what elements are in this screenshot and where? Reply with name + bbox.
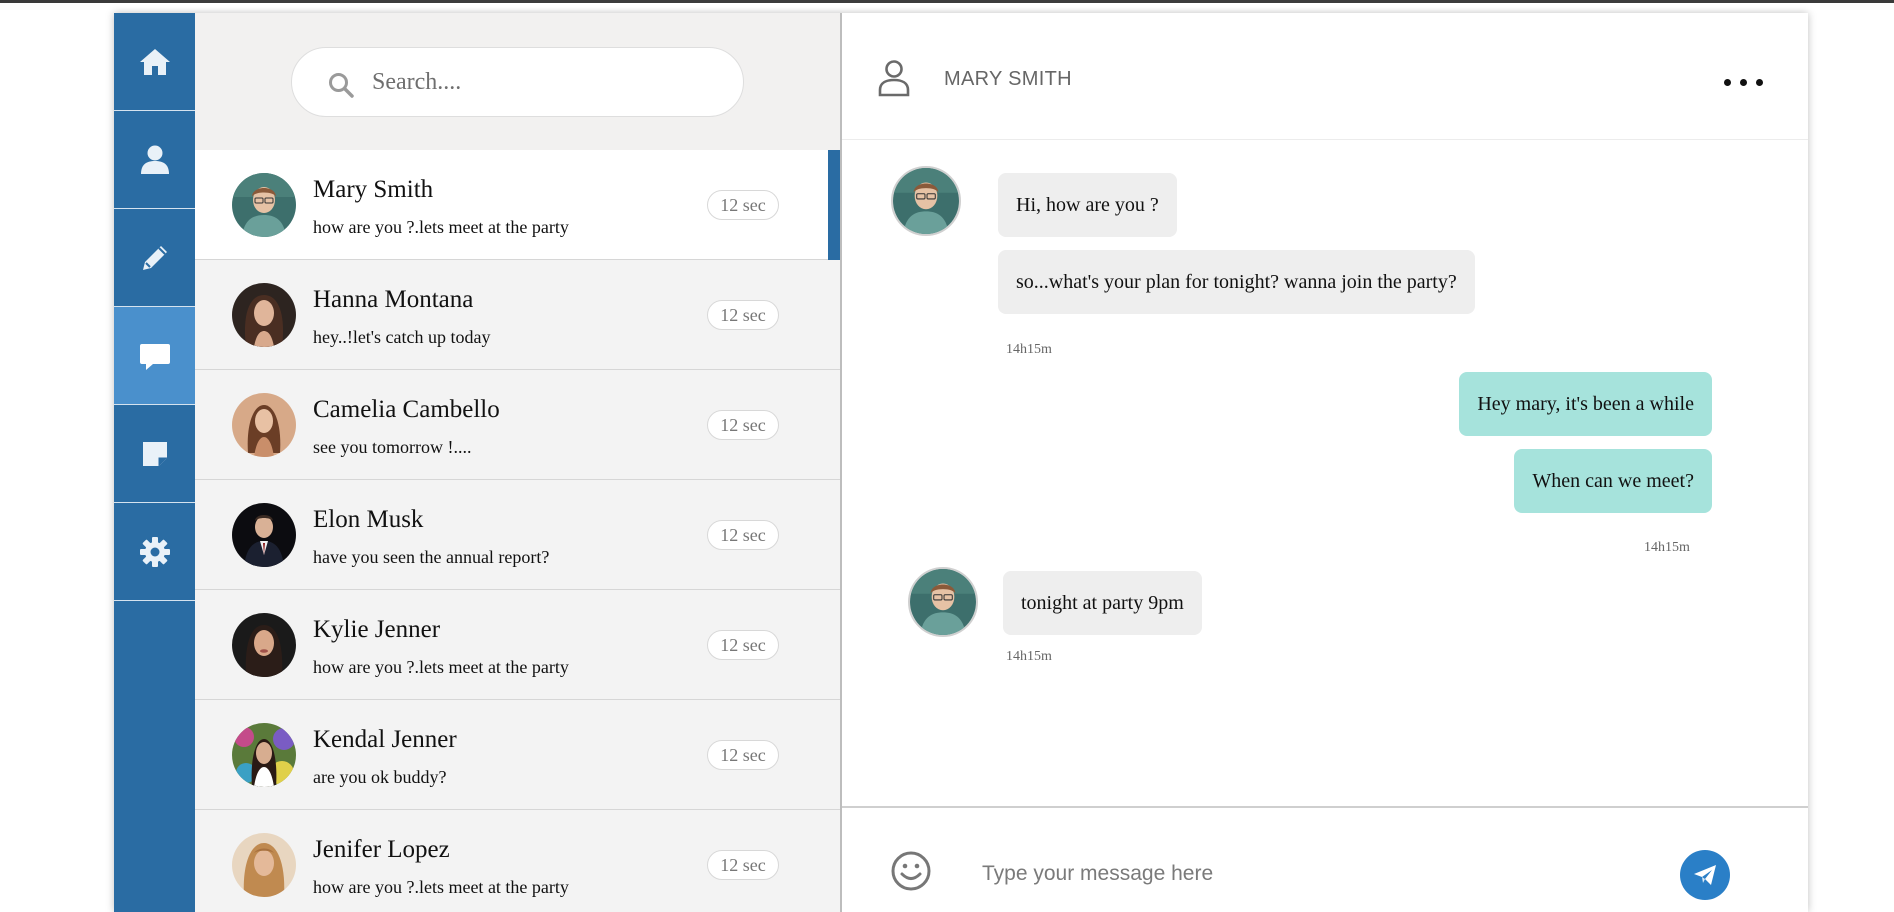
time-badge: 12 sec (707, 850, 779, 880)
user-icon (140, 145, 169, 174)
contact-name: Camelia Cambello (313, 396, 500, 423)
pencil-icon (142, 245, 167, 270)
contact-name: Jenifer Lopez (313, 836, 450, 863)
more-options-icon[interactable] (1722, 77, 1766, 91)
active-indicator (828, 150, 840, 260)
message-bubble: so...what's your plan for tonight? wanna… (998, 250, 1475, 314)
search-input[interactable] (372, 62, 712, 102)
contact-item[interactable]: Kylie Jenner how are you ?.lets meet at … (195, 590, 840, 700)
message-timestamp: 14h15m (1006, 649, 1052, 664)
sidebar-item-home[interactable] (114, 13, 195, 111)
message-input[interactable] (982, 858, 1632, 890)
contact-name: Kylie Jenner (313, 616, 441, 643)
time-badge: 12 sec (707, 740, 779, 770)
message-timestamp: 14h15m (1006, 342, 1052, 357)
message-timestamp: 14h15m (1644, 540, 1690, 555)
contact-name: Hanna Montana (313, 286, 474, 313)
contact-name: Kendal Jenner (313, 726, 457, 753)
avatar (232, 393, 296, 457)
note-icon (142, 441, 167, 466)
time-badge: 12 sec (707, 630, 779, 660)
contact-item[interactable]: Camelia Cambello see you tomorrow !.... … (195, 370, 840, 480)
contact-preview: are you ok buddy? (313, 767, 447, 787)
send-icon (1694, 865, 1716, 885)
message-bubble: Hey mary, it's been a while (1459, 372, 1712, 436)
search-area (195, 13, 840, 150)
contact-name: Mary Smith (313, 176, 434, 203)
sidebar-item-settings[interactable] (114, 503, 195, 601)
home-icon (139, 48, 170, 75)
message-bubble: When can we meet? (1514, 449, 1712, 513)
avatar (232, 723, 296, 787)
search-box[interactable] (291, 47, 744, 117)
messenger-app: Mary Smith how are you ?.lets meet at th… (114, 13, 1808, 912)
contact-item[interactable]: Elon Musk have you seen the annual repor… (195, 480, 840, 590)
sidebar-item-notes[interactable] (114, 405, 195, 503)
avatar (232, 613, 296, 677)
time-badge: 12 sec (707, 190, 779, 220)
contacts-panel: Mary Smith how are you ?.lets meet at th… (195, 13, 840, 912)
contact-item[interactable]: Mary Smith how are you ?.lets meet at th… (195, 150, 840, 260)
avatar (232, 283, 296, 347)
chat-header: MARY SMITH (842, 13, 1808, 140)
contact-preview: hey..!let's catch up today (313, 327, 491, 347)
time-badge: 12 sec (707, 410, 779, 440)
chat-icon (139, 343, 170, 370)
time-badge: 12 sec (707, 300, 779, 330)
avatar (891, 166, 961, 236)
contact-item[interactable]: Jenifer Lopez how are you ?.lets meet at… (195, 810, 840, 912)
contact-item[interactable]: Hanna Montana hey..!let's catch up today… (195, 260, 840, 370)
avatar (232, 173, 296, 237)
search-icon (329, 73, 354, 98)
chat-title: MARY SMITH (944, 68, 1072, 90)
user-icon (878, 60, 910, 97)
contact-name: Elon Musk (313, 506, 424, 533)
contact-preview: see you tomorrow !.... (313, 437, 472, 457)
gear-icon (139, 536, 170, 567)
message-bubble: tonight at party 9pm (1003, 571, 1202, 635)
top-border (0, 0, 1894, 3)
contact-preview: how are you ?.lets meet at the party (313, 657, 569, 677)
avatar (232, 503, 296, 567)
sidebar (114, 13, 195, 912)
message-composer (842, 806, 1808, 912)
message-bubble: Hi, how are you ? (998, 173, 1177, 237)
sidebar-item-profile[interactable] (114, 111, 195, 209)
send-button[interactable] (1680, 850, 1730, 900)
avatar (232, 833, 296, 897)
contact-preview: how are you ?.lets meet at the party (313, 877, 569, 897)
emoji-icon[interactable] (890, 850, 932, 892)
contact-preview: have you seen the annual report? (313, 547, 550, 567)
sidebar-item-chats[interactable] (114, 307, 195, 405)
time-badge: 12 sec (707, 520, 779, 550)
contact-item[interactable]: Kendal Jenner are you ok buddy? 12 sec (195, 700, 840, 810)
chat-panel: MARY SMITH Hi, how are you ? so...what's… (840, 13, 1808, 912)
sidebar-item-compose[interactable] (114, 209, 195, 307)
contact-preview: how are you ?.lets meet at the party (313, 217, 569, 237)
avatar (908, 567, 978, 637)
